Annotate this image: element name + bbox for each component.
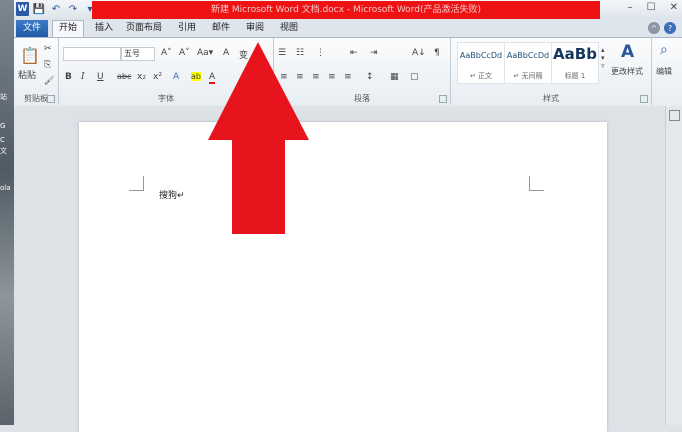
- shrink-font-icon[interactable]: A˅: [179, 48, 190, 58]
- paste-button[interactable]: 粘贴: [18, 68, 36, 81]
- word-logo-icon[interactable]: W: [16, 2, 29, 16]
- redo-icon[interactable]: ↷: [66, 2, 80, 16]
- increase-indent-icon[interactable]: ⇥: [370, 48, 378, 58]
- window-title: 新建 Microsoft Word 文档.docx - Microsoft Wo…: [92, 1, 600, 19]
- style-preview: AaBb: [553, 45, 597, 63]
- subscript-button[interactable]: x₂: [137, 72, 146, 82]
- change-styles-button[interactable]: 更改样式: [611, 66, 643, 77]
- font-name-combo[interactable]: [63, 47, 121, 61]
- title-bar: W 💾 ↶ ↷ ▾ 新建 Microsoft Word 文档.docx - Mi…: [14, 0, 682, 20]
- style-no-spacing[interactable]: AaBbCcDd ↵ 无间隔: [504, 42, 552, 84]
- paragraph-launcher-icon[interactable]: [439, 95, 447, 103]
- window-controls: – ☐ ✕: [628, 2, 678, 13]
- format-painter-icon[interactable]: 🖌: [44, 76, 54, 85]
- maximize-button[interactable]: ☐: [647, 2, 656, 13]
- strikethrough-button[interactable]: abc: [117, 72, 131, 81]
- desktop-label: G: [0, 122, 6, 130]
- word-window: W 💾 ↶ ↷ ▾ 新建 Microsoft Word 文档.docx - Mi…: [14, 0, 682, 432]
- style-normal[interactable]: AaBbCcDd ↵ 正文: [457, 42, 505, 84]
- font-size-combo[interactable]: 五号: [121, 47, 155, 61]
- minimize-button[interactable]: –: [628, 2, 633, 13]
- line-spacing-icon[interactable]: ↕: [366, 72, 374, 82]
- text-effects-icon[interactable]: A: [173, 72, 179, 82]
- sort-icon[interactable]: A↓: [412, 48, 426, 58]
- show-marks-icon[interactable]: ¶: [434, 48, 440, 58]
- distributed-button[interactable]: ≡: [344, 72, 352, 82]
- desktop-label: 文: [0, 147, 7, 155]
- tab-review[interactable]: 审阅: [240, 20, 270, 37]
- desktop-label: ola: [0, 184, 11, 192]
- tab-references[interactable]: 引用: [172, 20, 202, 37]
- decrease-indent-icon[interactable]: ⇤: [350, 48, 358, 58]
- borders-icon[interactable]: ▢: [410, 72, 419, 82]
- styles-scroll-icon[interactable]: ▴ ▾ ▿: [601, 46, 605, 70]
- paste-icon[interactable]: 📋: [20, 46, 40, 65]
- style-preview: AaBbCcDd: [506, 51, 550, 60]
- red-up-arrow-icon: [208, 42, 309, 234]
- save-icon[interactable]: 💾: [32, 2, 46, 16]
- undo-icon[interactable]: ↶: [49, 2, 63, 16]
- clipboard-group: 📋 粘贴 ✂ ⎘ 🖌 剪贴板: [14, 38, 59, 105]
- style-heading-1[interactable]: AaBb 标题 1: [551, 42, 599, 84]
- styles-group: AaBbCcDd ↵ 正文 AaBbCcDd ↵ 无间隔 AaBb 标题 1 ▴…: [451, 38, 652, 105]
- style-name: 标题 1: [564, 72, 586, 80]
- document-canvas: 搜狗↵: [14, 106, 666, 432]
- bold-button[interactable]: B: [65, 72, 72, 82]
- cut-icon[interactable]: ✂: [44, 44, 52, 54]
- binoculars-icon[interactable]: ⌕: [660, 42, 668, 58]
- change-styles-icon[interactable]: A: [621, 42, 634, 62]
- document-text[interactable]: 搜狗↵: [159, 188, 185, 201]
- help-area: ^ ?: [648, 22, 676, 34]
- desktop-label: C: [0, 136, 5, 144]
- tab-insert[interactable]: 插入: [89, 20, 119, 37]
- editing-button[interactable]: 编辑: [656, 66, 672, 77]
- tab-page-layout[interactable]: 页面布局: [120, 20, 168, 37]
- align-right-button[interactable]: ≡: [312, 72, 320, 82]
- tab-mailings[interactable]: 邮件: [206, 20, 236, 37]
- styles-launcher-icon[interactable]: [640, 95, 648, 103]
- ribbon-minimize-icon[interactable]: ^: [648, 22, 660, 34]
- tab-view[interactable]: 视图: [274, 20, 304, 37]
- tab-file[interactable]: 文件: [16, 20, 48, 37]
- quick-access-toolbar: W 💾 ↶ ↷ ▾: [16, 2, 97, 16]
- style-name: ↵ 正文: [469, 72, 493, 80]
- vertical-scrollbar[interactable]: [665, 106, 682, 425]
- desktop-label: 站: [0, 93, 7, 101]
- multilevel-list-icon[interactable]: ⋮: [316, 48, 325, 58]
- style-preview: AaBbCcDd: [459, 51, 503, 60]
- highlight-icon[interactable]: ab: [191, 72, 201, 81]
- shading-icon[interactable]: ▦: [390, 72, 399, 82]
- justify-button[interactable]: ≡: [328, 72, 336, 82]
- italic-button[interactable]: I: [81, 72, 85, 82]
- desktop-strip: 站 G C 文 ola: [0, 0, 14, 425]
- clipboard-launcher-icon[interactable]: [47, 95, 55, 103]
- style-name: ↵ 无间隔: [513, 72, 543, 80]
- corner-mark: [529, 176, 544, 191]
- ribbon-tabs: 文件 开始 插入 页面布局 引用 邮件 审阅 视图: [14, 20, 682, 37]
- superscript-button[interactable]: x²: [153, 72, 162, 82]
- ruler-toggle-icon[interactable]: [669, 110, 680, 121]
- underline-button[interactable]: U: [97, 72, 104, 82]
- copy-icon[interactable]: ⎘: [44, 60, 51, 70]
- editing-group: ⌕ 编辑: [652, 38, 682, 105]
- document-page[interactable]: 搜狗↵: [79, 122, 607, 432]
- ribbon: 📋 粘贴 ✂ ⎘ 🖌 剪贴板 五号 A˄ A˅ Aa▾ A 变 B I U ab…: [14, 37, 682, 107]
- close-button[interactable]: ✕: [670, 2, 678, 13]
- corner-mark: [129, 176, 144, 191]
- help-icon[interactable]: ?: [664, 22, 676, 34]
- grow-font-icon[interactable]: A˄: [161, 48, 172, 58]
- tab-home[interactable]: 开始: [52, 20, 85, 37]
- styles-group-label: 样式: [543, 94, 559, 103]
